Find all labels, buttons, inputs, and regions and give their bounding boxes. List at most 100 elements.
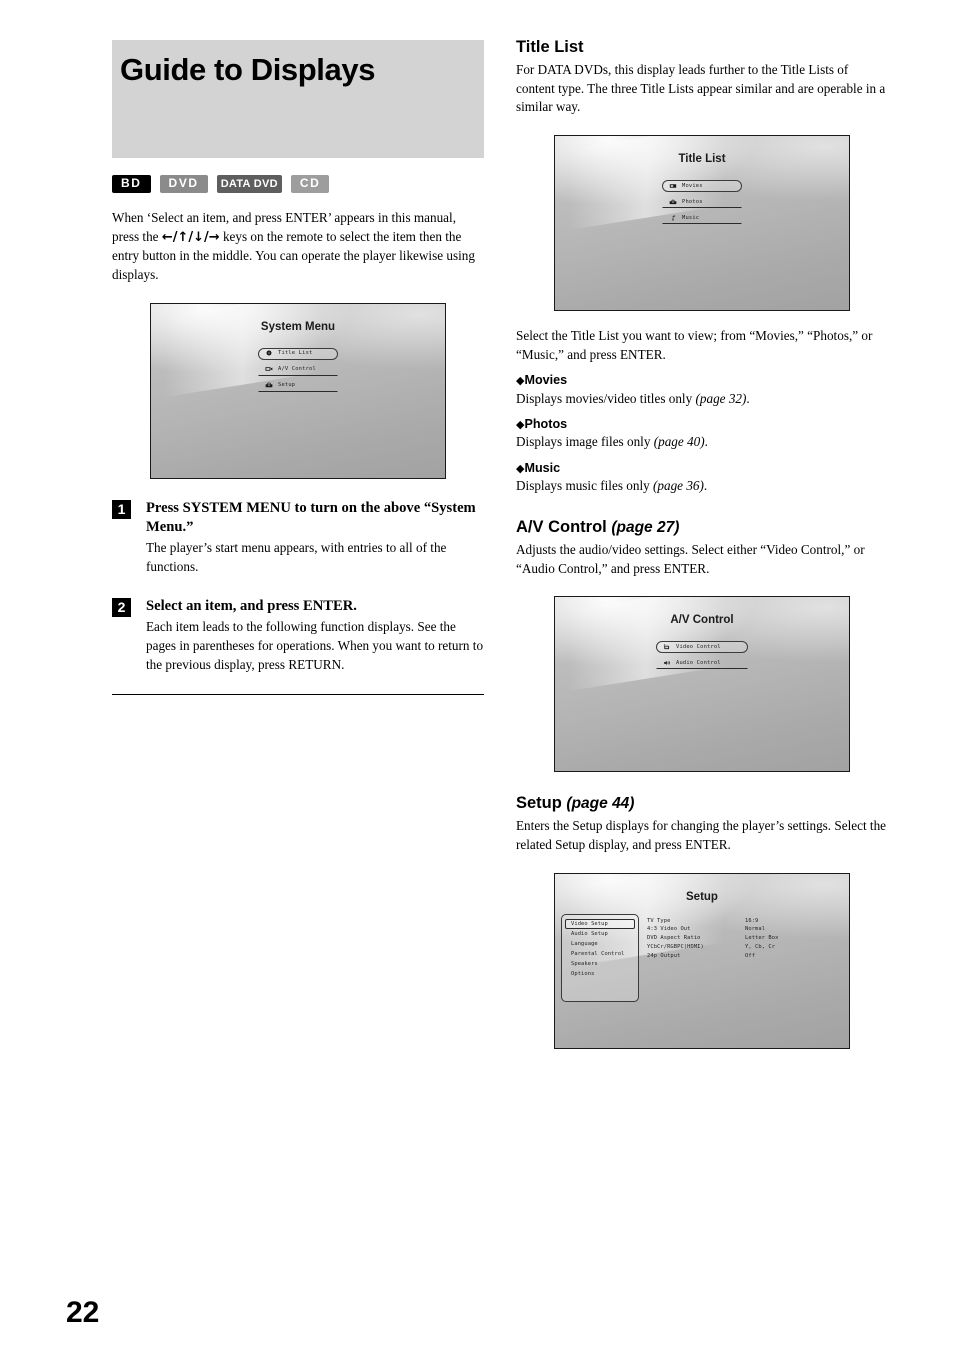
badge-data-dvd: DATA DVD	[216, 175, 282, 194]
system-menu-item-label: A/V Control	[278, 366, 316, 373]
title-list-screen-title: Title List	[678, 153, 726, 165]
setup-setting-key: YCbCr/RGBPC(HDMI)	[647, 943, 704, 950]
step-2: 2 Select an item, and press ENTER. Each …	[112, 597, 484, 674]
step-number: 2	[112, 597, 131, 617]
setup-setting-row[interactable]: 4:3 Video Out Normal	[647, 925, 841, 934]
setup-sidebar: Video Setup Audio Setup Language Parenta…	[561, 913, 639, 1002]
setup-setting-row[interactable]: YCbCr/RGBPC(HDMI) Y, Cb, Cr	[647, 943, 841, 952]
setup-setting-value: 16:9	[745, 917, 759, 924]
av-control-item-label: Audio Control	[676, 659, 721, 666]
step-1: 1 Press SYSTEM MENU to turn on the above…	[112, 499, 484, 577]
setup-setting-row[interactable]: TV Type 16:9	[647, 917, 841, 926]
bullet-title: Photos	[524, 417, 568, 432]
setup-setting-value: Normal	[745, 926, 766, 933]
step-heading: Press SYSTEM MENU to turn on the above “…	[146, 499, 476, 536]
av-control-screen-title: A/V Control	[670, 614, 734, 627]
system-menu-screen-title: System Menu	[260, 320, 336, 333]
setup-sidebar-item-audio-setup[interactable]: Audio Setup	[565, 929, 635, 939]
title-list-item-label: Music	[682, 214, 700, 221]
title-list-item-list: Movies Photos Music	[555, 180, 849, 224]
bullet-desc-end: .	[746, 390, 750, 406]
bullet-desc-movies: Displays movies/video titles only (page …	[516, 390, 888, 409]
step-number: 1	[112, 499, 131, 519]
badge-cd: CD	[290, 175, 330, 194]
setup-sidebar-item-video-setup[interactable]: Video Setup	[565, 918, 635, 929]
setup-setting-row[interactable]: DVD Aspect Ratio Letter Box	[647, 934, 841, 943]
right-column: Title List For DATA DVDs, this display l…	[516, 38, 888, 1049]
badge-bd: BD	[112, 175, 151, 194]
step-heading: Select an item, and press ENTER.	[146, 597, 357, 614]
heading-av-control: A/V Control (page 27)	[516, 518, 888, 538]
heading-text: Setup	[516, 794, 567, 813]
setup-sidebar-item-language[interactable]: Language	[565, 939, 635, 949]
setup-setting-row[interactable]: 24p Output Off	[647, 952, 841, 961]
bullet-title: Music	[524, 461, 561, 476]
setup-screen-title: Setup	[686, 890, 718, 903]
setup-intro: Enters the Setup displays for changing t…	[516, 818, 887, 852]
bullet-desc-end: .	[703, 478, 708, 494]
system-menu-item-label: Setup	[278, 382, 296, 389]
step-body: The player’s start menu appears, with en…	[146, 540, 447, 575]
bullet-heading-music: ◆Music	[516, 461, 888, 476]
setup-setting-key: TV Type	[647, 917, 671, 924]
bullet-desc-photos: Displays image files only (page 40).	[516, 433, 888, 452]
page-title: Guide to Displays	[120, 52, 376, 87]
av-control-item-video[interactable]: Video Control	[656, 641, 748, 654]
bullet-page-ref: (page 36)	[653, 478, 704, 494]
toolbox-icon	[265, 382, 273, 388]
heading-title-list: Title List	[516, 38, 584, 56]
setup-screen: Setup Video Setup Audio Setup Language P…	[554, 872, 850, 1049]
av-control-item-label: Video Control	[676, 643, 721, 650]
title-list-item-label: Movies	[682, 182, 703, 189]
setup-setting-value: Y, Cb, Cr	[745, 943, 776, 950]
setup-sidebar-item-options[interactable]: Options	[565, 969, 635, 979]
setup-setting-key: 4:3 Video Out	[647, 926, 691, 933]
title-list-intro: For DATA DVDs, this display leads furthe…	[516, 61, 886, 115]
media-badge-row: BD DVD DATA DVD CD	[112, 175, 484, 194]
speaker-icon	[664, 660, 670, 665]
setup-sidebar-item-speakers[interactable]: Speakers	[565, 959, 635, 969]
system-menu-screen: System Menu Title List A/V Control Setup	[150, 302, 446, 479]
setup-setting-value: Letter Box	[745, 935, 779, 942]
system-menu-item-title-list[interactable]: Title List	[258, 347, 338, 360]
bullet-desc-music: Displays music files only (page 36).	[516, 477, 888, 496]
bullet-page-ref: (page 32)	[695, 390, 747, 406]
av-control-item-audio[interactable]: Audio Control	[656, 657, 748, 670]
title-list-item-music[interactable]: Music	[662, 212, 742, 224]
title-list-item-label: Photos	[682, 198, 703, 205]
title-list-item-photos[interactable]: Photos	[662, 196, 742, 208]
title-list-item-movies[interactable]: Movies	[662, 180, 742, 192]
system-menu-item-list: Title List A/V Control Setup	[151, 347, 445, 392]
film-screen-icon	[669, 183, 677, 188]
setup-screen-body: Video Setup Audio Setup Language Parenta…	[561, 913, 841, 1002]
video-monitor-icon	[663, 643, 670, 649]
music-note-icon	[672, 214, 676, 221]
bullet-heading-photos: ◆Photos	[516, 417, 888, 432]
heading-setup: Setup (page 44)	[516, 794, 888, 814]
left-column: Guide to Displays BD DVD DATA DVD CD Whe…	[112, 40, 484, 696]
title-list-after-text: Select the Title List you want to view; …	[516, 328, 873, 362]
arrow-keys-icon: ←/↑/↓/→	[161, 229, 220, 245]
system-menu-item-setup[interactable]: Setup	[258, 380, 338, 392]
setup-settings-table: TV Type 16:9 4:3 Video Out Normal DVD As…	[647, 914, 841, 1002]
bullet-desc-text: Displays image files only	[516, 434, 654, 450]
av-control-screen: A/V Control Video Control Audio Control	[554, 596, 850, 773]
step-body: Each item leads to the following functio…	[146, 619, 484, 672]
bullet-heading-movies: ◆Movies	[516, 373, 888, 388]
system-menu-item-av-control[interactable]: A/V Control	[258, 364, 338, 376]
bullet-page-ref: (page 40)	[653, 434, 705, 450]
bullet-title: Movies	[524, 373, 568, 388]
title-list-screen: Title List Movies Photos Music	[554, 135, 850, 311]
intro-paragraph: When ‘Select an item, and press ENTER’ a…	[112, 209, 484, 285]
section-divider	[112, 694, 484, 696]
camera-icon	[669, 199, 677, 204]
heading-text: A/V Control	[516, 518, 612, 536]
bullet-desc-text: Displays movies/video titles only	[516, 390, 696, 406]
setup-setting-value: Off	[745, 952, 756, 959]
setup-setting-key: DVD Aspect Ratio	[647, 935, 701, 942]
manual-page: Guide to Displays BD DVD DATA DVD CD Whe…	[0, 0, 954, 1351]
heading-page-ref: (page 27)	[611, 519, 680, 536]
setup-sidebar-item-parental-control[interactable]: Parental Control	[565, 949, 635, 959]
bullet-desc-text: Displays music files only	[516, 478, 653, 494]
badge-dvd: DVD	[159, 175, 208, 194]
